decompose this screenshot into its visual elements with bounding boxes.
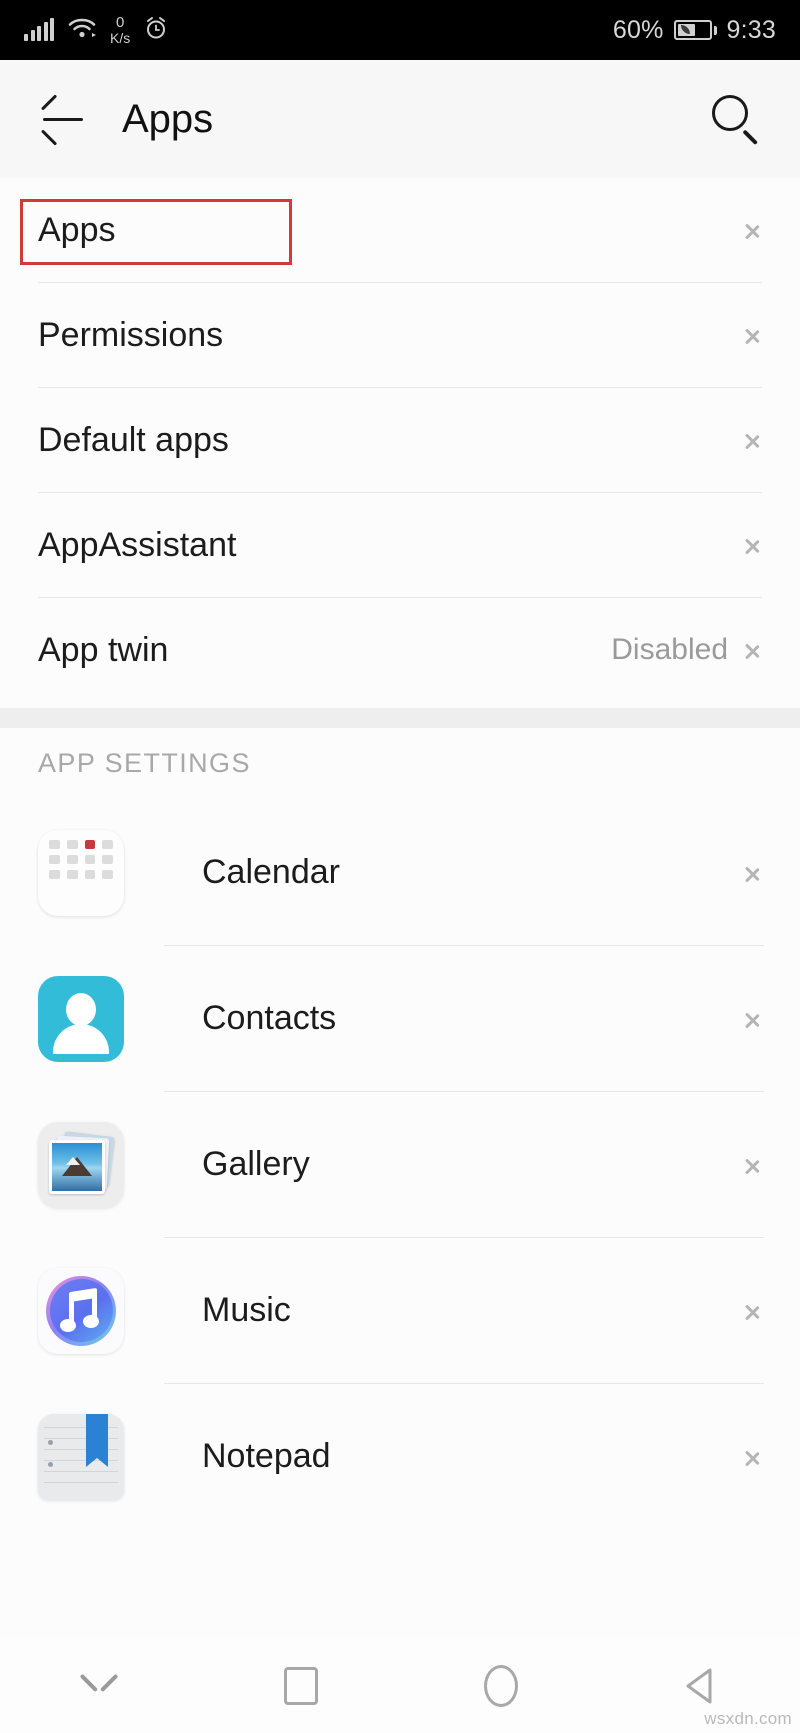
network-speed-unit: K/s [110,30,131,46]
status-bar-right: 60% 9:33 [613,16,776,45]
chevron-right-icon [744,213,764,247]
chevron-right-icon [744,1440,764,1474]
app-row-music[interactable]: Music [0,1238,800,1383]
settings-row-apps[interactable]: Apps [0,178,800,282]
contacts-app-icon [38,975,124,1062]
settings-row-label: App twin [38,630,169,669]
calendar-app-icon [38,829,124,916]
gallery-app-icon [38,1121,124,1208]
wifi-icon [68,17,96,44]
notepad-app-icon [38,1413,124,1500]
app-settings-section-header: APP SETTINGS [38,748,251,778]
app-row-label: Gallery [202,1145,310,1183]
music-app-icon [38,1267,124,1354]
navigation-bar [0,1638,800,1733]
app-row-label: Music [202,1291,291,1329]
battery-percent-label: 60% [612,15,664,44]
settings-row-label: AppAssistant [38,525,237,564]
phone-screen: 0 K/s 60% 9:33 Apps Apps Permissions Def… [0,0,800,1733]
settings-row-label: Apps [38,210,116,249]
app-row-notepad[interactable]: Notepad [0,1384,800,1529]
chevron-right-icon [744,528,764,562]
battery-eco-icon [673,20,717,40]
app-row-label: Contacts [202,999,337,1037]
network-speed-indicator: 0 K/s [110,15,130,45]
chevron-right-icon [744,423,764,457]
settings-row-label: Permissions [38,315,224,354]
chevron-right-icon [744,1148,764,1182]
app-row-gallery[interactable]: Gallery [0,1092,800,1237]
chevron-right-icon [744,633,764,667]
settings-row-default-apps[interactable]: Default apps [0,388,800,492]
settings-row-app-twin[interactable]: App twin Disabled [0,598,800,702]
network-speed-value: 0 [115,14,125,31]
chevron-right-icon [744,1002,764,1036]
settings-list: Apps Permissions Default apps AppAssista… [0,178,800,702]
chevron-right-icon [744,318,764,352]
section-separator-band [0,708,800,728]
search-icon[interactable] [708,91,764,147]
page-title: Apps [122,96,214,141]
signal-bars-icon [24,18,54,41]
clock-label: 9:33 [726,15,776,44]
settings-row-value: Disabled [611,633,728,666]
app-row-label: Notepad [202,1437,331,1475]
home-circle-icon[interactable] [460,1651,540,1721]
app-row-label: Calendar [202,853,340,891]
chevron-down-icon[interactable] [60,1651,140,1721]
watermark: wsxdn.com [704,1709,792,1728]
settings-row-appassistant[interactable]: AppAssistant [0,493,800,597]
app-bar: Apps [0,60,800,178]
settings-row-label: Default apps [38,420,229,459]
chevron-right-icon [744,1294,764,1328]
app-row-contacts[interactable]: Contacts [0,946,800,1091]
chevron-right-icon [744,856,764,890]
status-bar: 0 K/s 60% 9:33 [0,0,800,60]
status-bar-left: 0 K/s [24,15,168,45]
alarm-clock-icon [144,16,168,45]
app-row-calendar[interactable]: Calendar [0,800,800,945]
recents-square-icon[interactable] [260,1651,340,1721]
app-settings-list: Calendar Contacts Gallery Music Notepad [0,800,800,1529]
settings-row-permissions[interactable]: Permissions [0,283,800,387]
back-arrow-icon[interactable] [36,92,90,146]
